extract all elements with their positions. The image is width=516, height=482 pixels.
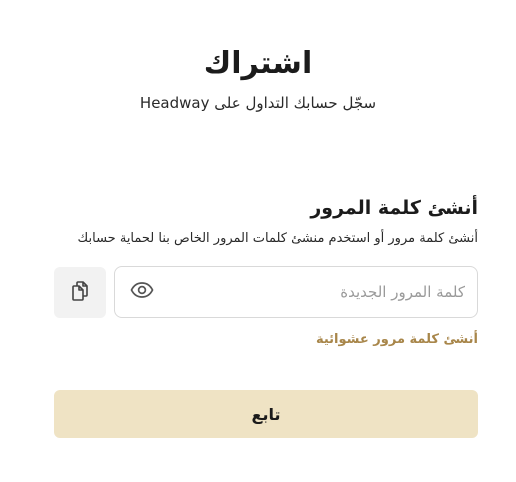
continue-button[interactable]: تابع xyxy=(54,390,478,438)
new-password-input[interactable] xyxy=(171,267,465,317)
toggle-visibility-button[interactable] xyxy=(129,280,155,304)
copy-icon xyxy=(70,280,90,306)
page-title: اشتراك xyxy=(203,46,313,81)
copy-password-button[interactable] xyxy=(54,267,106,318)
eye-icon xyxy=(130,281,154,303)
password-section-description: أنشئ كلمة مرور أو استخدم منشئ كلمات المر… xyxy=(77,231,478,246)
signup-page: اشتراك سجّل حسابك التداول على Headway أن… xyxy=(0,0,516,482)
page-subtitle: سجّل حسابك التداول على Headway xyxy=(139,94,377,112)
new-password-field xyxy=(114,266,478,318)
password-section-title: أنشئ كلمة المرور xyxy=(310,197,478,219)
generate-random-password-link[interactable]: أنشئ كلمة مرور عشوائية xyxy=(178,330,478,350)
